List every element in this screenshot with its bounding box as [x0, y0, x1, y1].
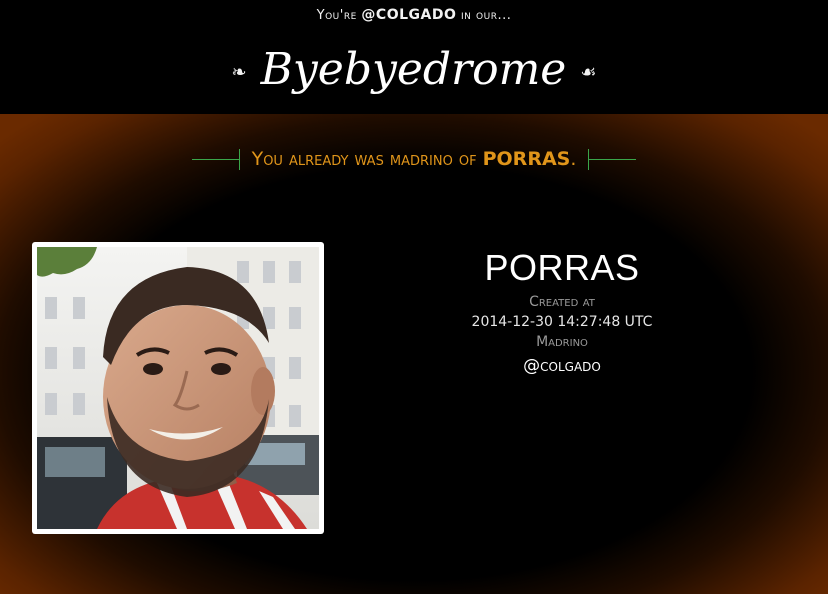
notice-rule-right — [588, 149, 637, 170]
notice-prefix: You already was madrino of — [251, 148, 477, 170]
group-details: PORRAS Created at 2014-12-30 14:27:48 UT… — [412, 244, 712, 378]
notice-rule-left — [191, 149, 240, 170]
current-username[interactable]: @COLGADO — [361, 7, 456, 23]
tagline-prefix: You're — [316, 8, 357, 23]
madrino-username[interactable]: @colgado — [412, 354, 712, 378]
group-name: PORRAS — [484, 247, 640, 288]
tagline-suffix: in our... — [461, 8, 512, 23]
main-stage: You already was madrino of PORRAS. PORRA… — [0, 114, 828, 594]
site-header: You're @COLGADO in our... ❧ Byebyedrome ☙ — [0, 0, 828, 114]
madrino-photo — [37, 247, 319, 529]
created-at-value: 2014-12-30 14:27:48 UTC — [471, 314, 653, 330]
madrino-notice: You already was madrino of PORRAS. — [0, 148, 828, 170]
madrino-photo-image — [37, 247, 319, 529]
notice-suffix: . — [570, 148, 577, 170]
notice-group-name[interactable]: PORRAS — [483, 148, 571, 170]
fleuron-right-icon: ☙ — [580, 61, 597, 83]
madrino-label: Madrino — [536, 334, 588, 350]
site-title-text: Byebyedrome — [260, 44, 567, 95]
fleuron-left-icon: ❧ — [231, 61, 247, 83]
madrino-photo-frame — [32, 242, 324, 534]
site-title[interactable]: ❧ Byebyedrome ☙ — [0, 40, 828, 103]
tagline: You're @COLGADO in our... — [0, 7, 828, 23]
notice-text: You already was madrino of PORRAS. — [252, 148, 577, 170]
created-at-label: Created at — [529, 294, 595, 310]
